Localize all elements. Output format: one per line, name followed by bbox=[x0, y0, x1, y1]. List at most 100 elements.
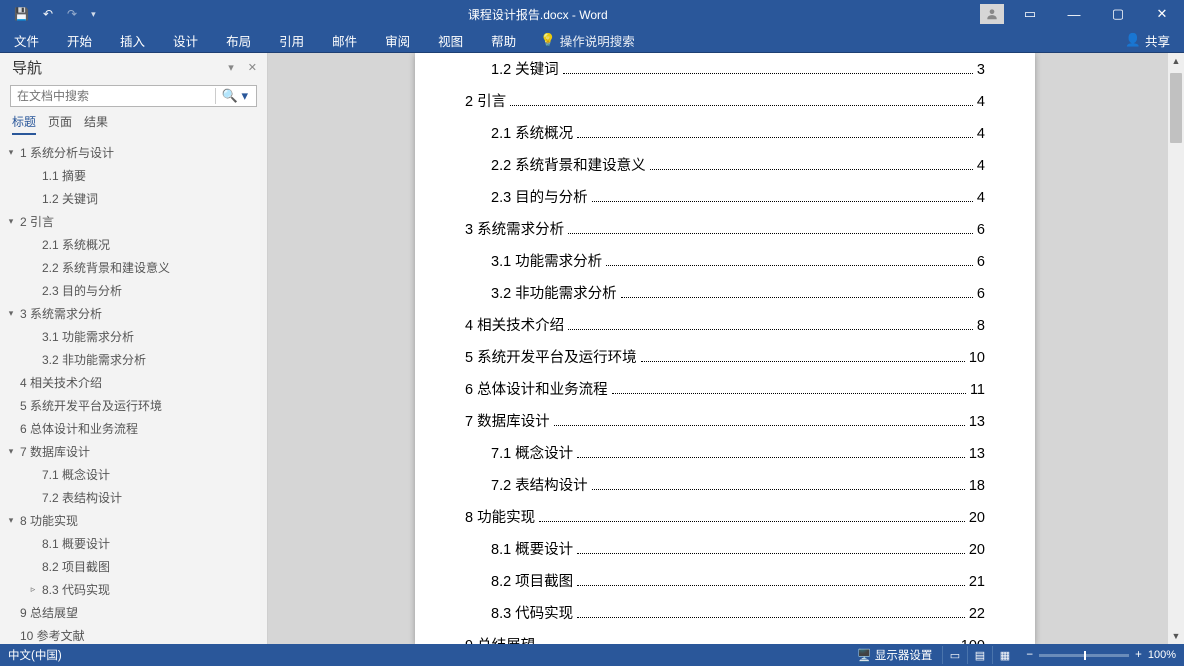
document-area[interactable]: 1.2 关键词32 引言42.1 系统概况42.2 系统背景和建设意义42.3 … bbox=[268, 53, 1184, 644]
ribbon-options-icon[interactable]: ▭ bbox=[1008, 0, 1052, 28]
nav-search-input[interactable] bbox=[17, 89, 215, 103]
nav-tree-item[interactable]: 2.3 目的与分析 bbox=[0, 279, 267, 302]
ribbon-tab-8[interactable]: 视图 bbox=[424, 31, 477, 50]
nav-tree-item[interactable]: ▹8.3 代码实现 bbox=[0, 578, 267, 601]
nav-tree-label: 4 相关技术介绍 bbox=[20, 374, 102, 391]
nav-header: 导航 ▾ ✕ bbox=[0, 53, 267, 81]
toc-entry[interactable]: 8 功能实现20 bbox=[465, 506, 985, 538]
nav-dropdown-icon[interactable]: ▾ bbox=[228, 61, 234, 74]
nav-tree-item[interactable]: 3.2 非功能需求分析 bbox=[0, 348, 267, 371]
nav-tree-item[interactable]: 2.2 系统背景和建设意义 bbox=[0, 256, 267, 279]
nav-tree-item[interactable]: ▾3 系统需求分析 bbox=[0, 302, 267, 325]
nav-tree-item[interactable]: 1.2 关键词 bbox=[0, 187, 267, 210]
toc-entry[interactable]: 2.2 系统背景和建设意义4 bbox=[465, 154, 985, 186]
toc-entry[interactable]: 2 引言4 bbox=[465, 90, 985, 122]
toc-entry[interactable]: 2.3 目的与分析4 bbox=[465, 186, 985, 218]
ribbon-tab-9[interactable]: 帮助 bbox=[477, 31, 530, 50]
toc-entry[interactable]: 8.2 项目截图21 bbox=[465, 570, 985, 602]
maximize-button[interactable]: ▢ bbox=[1096, 0, 1140, 28]
nav-tab-1[interactable]: 页面 bbox=[48, 113, 72, 135]
zoom-slider[interactable] bbox=[1039, 654, 1129, 657]
toc-entry[interactable]: 7.2 表结构设计18 bbox=[465, 474, 985, 506]
nav-search-box[interactable]: 🔍 ▾ bbox=[10, 85, 257, 107]
toc-entry[interactable]: 4 相关技术介绍8 bbox=[465, 314, 985, 346]
web-layout-icon[interactable]: ▦ bbox=[992, 646, 1016, 664]
toc-entry[interactable]: 7 数据库设计13 bbox=[465, 410, 985, 442]
print-layout-icon[interactable]: ▤ bbox=[967, 646, 991, 664]
toc-entry[interactable]: 9 总结展望100 bbox=[465, 634, 985, 644]
ribbon-tab-2[interactable]: 插入 bbox=[106, 31, 159, 50]
toc-entry[interactable]: 3.1 功能需求分析6 bbox=[465, 250, 985, 282]
ribbon-tab-4[interactable]: 布局 bbox=[212, 31, 265, 50]
vertical-scrollbar[interactable]: ▲ ▼ bbox=[1168, 53, 1184, 644]
ribbon-tab-3[interactable]: 设计 bbox=[159, 31, 212, 50]
nav-tree-item[interactable]: ▾8 功能实现 bbox=[0, 509, 267, 532]
ribbon-tab-1[interactable]: 开始 bbox=[53, 31, 106, 50]
undo-icon[interactable]: ↶ bbox=[43, 7, 53, 21]
nav-tree-item[interactable]: 8.1 概要设计 bbox=[0, 532, 267, 555]
document-page[interactable]: 1.2 关键词32 引言42.1 系统概况42.2 系统背景和建设意义42.3 … bbox=[415, 53, 1035, 644]
toc-entry[interactable]: 3.2 非功能需求分析6 bbox=[465, 282, 985, 314]
toc-label: 5 系统开发平台及运行环境 bbox=[465, 346, 637, 367]
scroll-down-icon[interactable]: ▼ bbox=[1168, 628, 1184, 644]
close-button[interactable]: ✕ bbox=[1140, 0, 1184, 28]
toc-leader bbox=[539, 521, 965, 522]
toc-entry[interactable]: 8.1 概要设计20 bbox=[465, 538, 985, 570]
tell-me-search[interactable]: 💡 操作说明搜索 bbox=[530, 31, 645, 50]
nav-close-icon[interactable]: ✕ bbox=[248, 61, 257, 74]
tree-caret-icon[interactable]: ▹ bbox=[28, 584, 38, 595]
toc-entry[interactable]: 7.1 概念设计13 bbox=[465, 442, 985, 474]
nav-tree-item[interactable]: 5 系统开发平台及运行环境 bbox=[0, 394, 267, 417]
nav-tab-0[interactable]: 标题 bbox=[12, 113, 36, 135]
minimize-button[interactable]: — bbox=[1052, 0, 1096, 28]
zoom-out-icon[interactable]: − bbox=[1026, 649, 1033, 661]
ribbon-tab-5[interactable]: 引用 bbox=[265, 31, 318, 50]
scroll-track[interactable] bbox=[1168, 69, 1184, 628]
scroll-thumb[interactable] bbox=[1170, 73, 1182, 143]
zoom-in-icon[interactable]: + bbox=[1135, 649, 1142, 661]
toc-entry[interactable]: 2.1 系统概况4 bbox=[465, 122, 985, 154]
nav-tree-item[interactable]: 1.1 摘要 bbox=[0, 164, 267, 187]
nav-tree-item[interactable]: 8.2 项目截图 bbox=[0, 555, 267, 578]
qat-dropdown-icon[interactable]: ▾ bbox=[91, 9, 96, 20]
nav-tree-item[interactable]: 9 总结展望 bbox=[0, 601, 267, 624]
nav-tree-item[interactable]: 3.1 功能需求分析 bbox=[0, 325, 267, 348]
nav-tree-item[interactable]: ▾1 系统分析与设计 bbox=[0, 141, 267, 164]
tree-caret-icon[interactable]: ▾ bbox=[6, 147, 16, 158]
redo-icon[interactable]: ↷ bbox=[67, 7, 77, 21]
toc-entry[interactable]: 8.3 代码实现22 bbox=[465, 602, 985, 634]
toc-page: 6 bbox=[977, 254, 985, 270]
toc-leader bbox=[568, 233, 973, 234]
nav-tree-item[interactable]: 7.1 概念设计 bbox=[0, 463, 267, 486]
read-mode-icon[interactable]: ▭ bbox=[942, 646, 966, 664]
nav-tree-item[interactable]: 7.2 表结构设计 bbox=[0, 486, 267, 509]
user-avatar[interactable] bbox=[980, 4, 1004, 24]
search-icon[interactable]: 🔍 ▾ bbox=[215, 88, 250, 104]
toc-entry[interactable]: 6 总体设计和业务流程11 bbox=[465, 378, 985, 410]
nav-tree-item[interactable]: ▾7 数据库设计 bbox=[0, 440, 267, 463]
toc-entry[interactable]: 1.2 关键词3 bbox=[465, 58, 985, 90]
ribbon-tab-7[interactable]: 审阅 bbox=[371, 31, 424, 50]
nav-tab-2[interactable]: 结果 bbox=[84, 113, 108, 135]
ribbon-tab-0[interactable]: 文件 bbox=[0, 31, 53, 50]
zoom-slider-thumb[interactable] bbox=[1084, 651, 1086, 660]
display-settings-button[interactable]: 🖥️ 显示器设置 bbox=[857, 647, 932, 663]
toc-entry[interactable]: 5 系统开发平台及运行环境10 bbox=[465, 346, 985, 378]
nav-tree-item[interactable]: 6 总体设计和业务流程 bbox=[0, 417, 267, 440]
toc-leader bbox=[554, 425, 965, 426]
nav-tree-item[interactable]: ▾2 引言 bbox=[0, 210, 267, 233]
scroll-up-icon[interactable]: ▲ bbox=[1168, 53, 1184, 69]
zoom-level[interactable]: 100% bbox=[1148, 649, 1176, 661]
ribbon-tab-6[interactable]: 邮件 bbox=[318, 31, 371, 50]
tree-caret-icon[interactable]: ▾ bbox=[6, 515, 16, 526]
share-button[interactable]: 👤 共享 bbox=[1111, 31, 1184, 50]
save-icon[interactable]: 💾 bbox=[14, 7, 29, 21]
toc-entry[interactable]: 3 系统需求分析6 bbox=[465, 218, 985, 250]
tree-caret-icon[interactable]: ▾ bbox=[6, 308, 16, 319]
tree-caret-icon[interactable]: ▾ bbox=[6, 216, 16, 227]
language-status[interactable]: 中文(中国) bbox=[8, 647, 62, 663]
nav-tree-item[interactable]: 4 相关技术介绍 bbox=[0, 371, 267, 394]
tree-caret-icon[interactable]: ▾ bbox=[6, 446, 16, 457]
nav-tree-item[interactable]: 10 参考文献 bbox=[0, 624, 267, 644]
nav-tree-item[interactable]: 2.1 系统概况 bbox=[0, 233, 267, 256]
